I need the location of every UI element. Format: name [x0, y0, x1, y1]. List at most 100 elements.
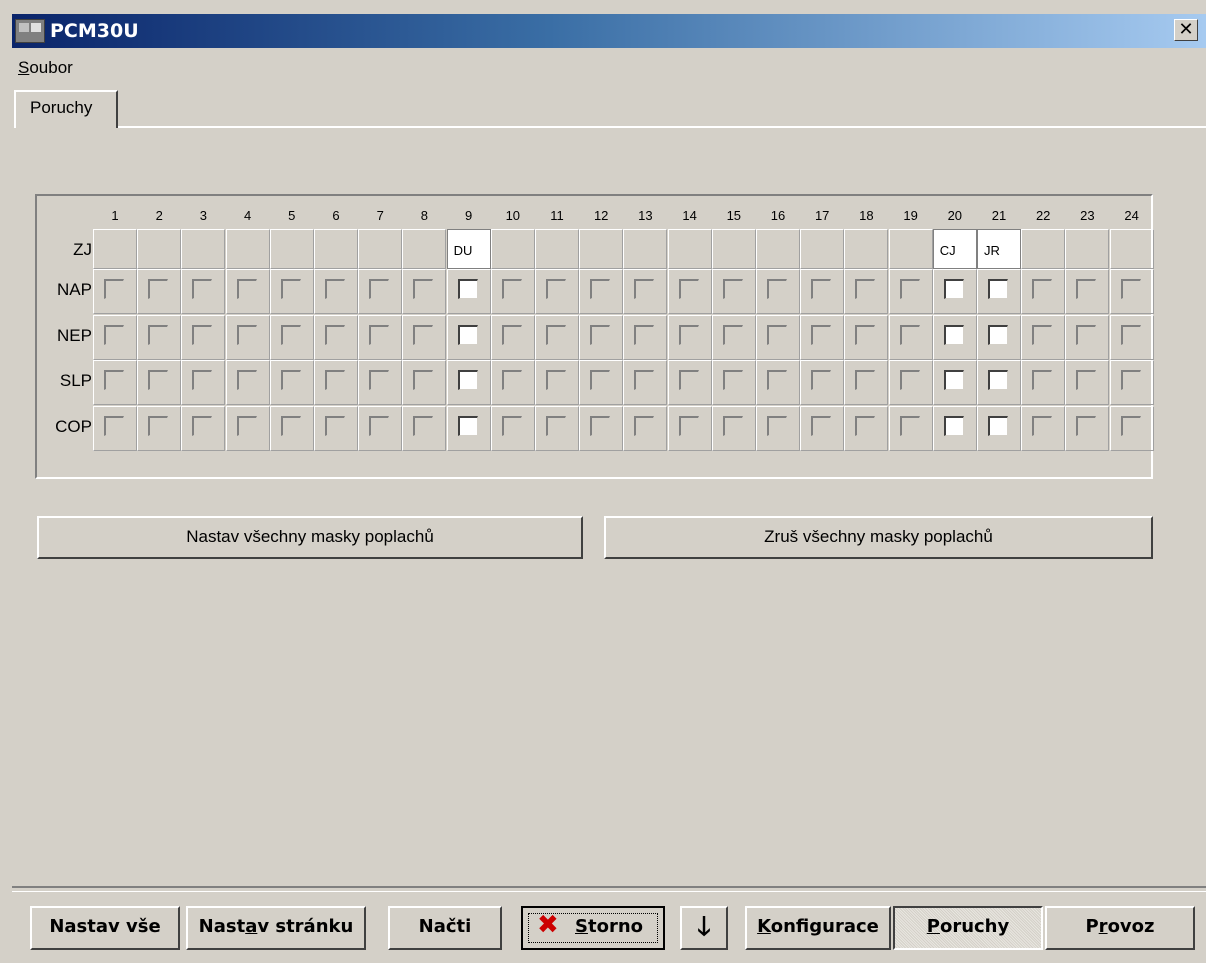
set-all-button[interactable]: Nastav vše	[30, 906, 180, 950]
mask-checkbox[interactable]	[192, 279, 213, 299]
mask-checkbox[interactable]	[325, 415, 345, 436]
mask-checkbox[interactable]	[546, 279, 566, 299]
mask-checkbox[interactable]	[590, 415, 611, 436]
mask-checkbox[interactable]	[148, 279, 169, 299]
mask-checkbox[interactable]	[855, 279, 876, 299]
mask-checkbox[interactable]	[546, 415, 566, 436]
mask-checkbox[interactable]	[722, 415, 743, 436]
mask-checkbox[interactable]	[678, 370, 699, 390]
download-button[interactable]: 🡓	[680, 906, 728, 950]
mask-checkbox[interactable]	[678, 415, 699, 436]
mask-checkbox[interactable]	[104, 415, 124, 436]
mask-checkbox[interactable]	[1120, 415, 1141, 436]
mask-checkbox[interactable]	[988, 415, 1008, 436]
mask-checkbox[interactable]	[634, 324, 655, 345]
mask-checkbox[interactable]	[501, 415, 522, 436]
mask-checkbox[interactable]	[899, 415, 920, 436]
mask-checkbox[interactable]	[501, 370, 522, 390]
mask-checkbox[interactable]	[811, 324, 832, 345]
mask-checkbox[interactable]	[148, 370, 169, 390]
mask-checkbox[interactable]	[325, 279, 345, 299]
mask-checkbox[interactable]	[236, 415, 257, 436]
mask-checkbox[interactable]	[899, 324, 920, 345]
mask-checkbox[interactable]	[457, 370, 478, 390]
mask-checkbox[interactable]	[855, 370, 876, 390]
tab-poruchy[interactable]: Poruchy	[14, 90, 118, 128]
mask-checkbox[interactable]	[811, 415, 832, 436]
mask-checkbox[interactable]	[280, 415, 301, 436]
mask-checkbox[interactable]	[722, 370, 743, 390]
mask-checkbox[interactable]	[1120, 324, 1141, 345]
mask-checkbox[interactable]	[280, 279, 301, 299]
mask-checkbox[interactable]	[943, 279, 964, 299]
mask-checkbox[interactable]	[767, 324, 787, 345]
mask-checkbox[interactable]	[678, 324, 699, 345]
load-button[interactable]: Načti	[388, 906, 502, 950]
mask-checkbox[interactable]	[325, 324, 345, 345]
mask-checkbox[interactable]	[236, 324, 257, 345]
mask-checkbox[interactable]	[413, 279, 434, 299]
mask-checkbox[interactable]	[413, 415, 434, 436]
mask-checkbox[interactable]	[325, 370, 345, 390]
mask-checkbox[interactable]	[1076, 415, 1097, 436]
configuration-button[interactable]: Konfigurace	[745, 906, 891, 950]
mask-checkbox[interactable]	[148, 324, 169, 345]
mask-checkbox[interactable]	[280, 370, 301, 390]
faults-button[interactable]: Poruchy	[893, 906, 1043, 950]
mask-checkbox[interactable]	[988, 324, 1008, 345]
mask-checkbox[interactable]	[678, 279, 699, 299]
mask-checkbox[interactable]	[369, 324, 390, 345]
mask-checkbox[interactable]	[1032, 279, 1053, 299]
mask-checkbox[interactable]	[501, 279, 522, 299]
mask-checkbox[interactable]	[236, 279, 257, 299]
mask-checkbox[interactable]	[1076, 370, 1097, 390]
mask-checkbox[interactable]	[767, 370, 787, 390]
mask-checkbox[interactable]	[1120, 279, 1141, 299]
mask-checkbox[interactable]	[546, 370, 566, 390]
mask-checkbox[interactable]	[104, 324, 124, 345]
mask-checkbox[interactable]	[457, 279, 478, 299]
clear-all-masks-button[interactable]: Zruš všechny masky poplachů	[604, 516, 1153, 559]
mask-checkbox[interactable]	[192, 415, 213, 436]
mask-checkbox[interactable]	[767, 415, 787, 436]
mask-checkbox[interactable]	[1076, 324, 1097, 345]
mask-checkbox[interactable]	[988, 279, 1008, 299]
close-button[interactable]: ✕	[1174, 19, 1198, 41]
mask-checkbox[interactable]	[855, 324, 876, 345]
mask-checkbox[interactable]	[369, 370, 390, 390]
set-all-masks-button[interactable]: Nastav všechny masky poplachů	[37, 516, 583, 559]
mask-checkbox[interactable]	[767, 279, 787, 299]
mask-checkbox[interactable]	[1120, 370, 1141, 390]
mask-checkbox[interactable]	[413, 370, 434, 390]
mask-checkbox[interactable]	[413, 324, 434, 345]
mask-checkbox[interactable]	[236, 370, 257, 390]
mask-checkbox[interactable]	[634, 279, 655, 299]
mask-checkbox[interactable]	[148, 415, 169, 436]
mask-checkbox[interactable]	[1032, 324, 1053, 345]
mask-checkbox[interactable]	[899, 370, 920, 390]
mask-checkbox[interactable]	[590, 370, 611, 390]
mask-checkbox[interactable]	[501, 324, 522, 345]
mask-checkbox[interactable]	[280, 324, 301, 345]
mask-checkbox[interactable]	[590, 324, 611, 345]
mask-checkbox[interactable]	[104, 370, 124, 390]
mask-checkbox[interactable]	[634, 415, 655, 436]
mask-checkbox[interactable]	[943, 415, 964, 436]
mask-checkbox[interactable]	[192, 324, 213, 345]
mask-checkbox[interactable]	[457, 415, 478, 436]
mask-checkbox[interactable]	[1076, 279, 1097, 299]
mask-checkbox[interactable]	[1032, 370, 1053, 390]
mask-checkbox[interactable]	[1032, 415, 1053, 436]
mask-checkbox[interactable]	[590, 279, 611, 299]
mask-checkbox[interactable]	[811, 370, 832, 390]
mask-checkbox[interactable]	[855, 415, 876, 436]
mask-checkbox[interactable]	[722, 324, 743, 345]
mask-checkbox[interactable]	[943, 370, 964, 390]
mask-checkbox[interactable]	[369, 279, 390, 299]
mask-checkbox[interactable]	[546, 324, 566, 345]
mask-checkbox[interactable]	[722, 279, 743, 299]
mask-checkbox[interactable]	[634, 370, 655, 390]
mask-checkbox[interactable]	[988, 370, 1008, 390]
mask-checkbox[interactable]	[104, 279, 124, 299]
menu-soubor[interactable]: Soubor	[18, 58, 73, 78]
